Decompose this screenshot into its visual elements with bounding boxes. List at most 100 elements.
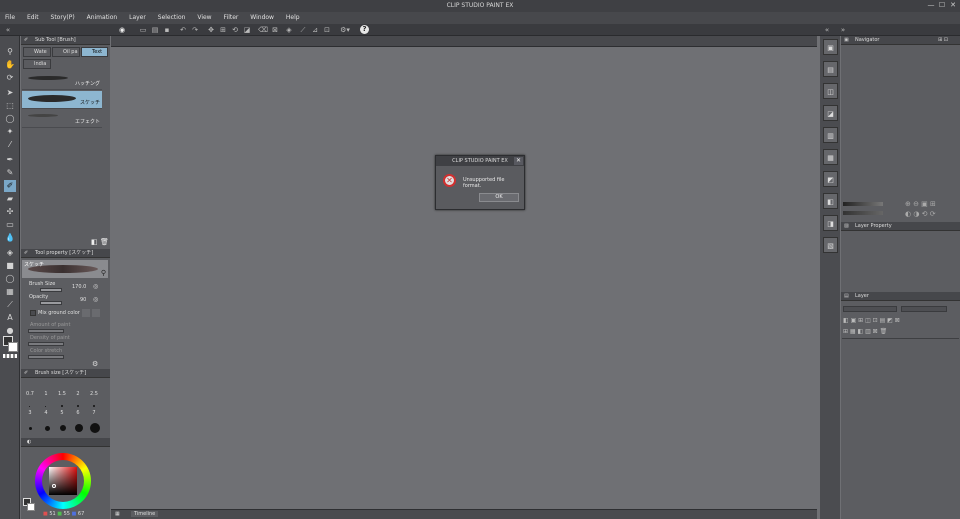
size-1[interactable]: 1 — [38, 391, 54, 403]
minimize-button[interactable]: — — [926, 1, 936, 10]
opacity-slider-layer[interactable] — [901, 306, 947, 312]
opacity-value[interactable]: 90 — [80, 297, 86, 303]
move-tool-icon[interactable]: ➤ — [4, 87, 16, 99]
brush-item-sketch[interactable]: スケッチ — [22, 91, 102, 109]
mix-ground-icon[interactable] — [82, 309, 90, 317]
material-icon[interactable]: ◩ — [823, 171, 838, 187]
color-g-value[interactable]: 55 — [64, 511, 70, 517]
rotate-tool-icon[interactable]: ⟳ — [4, 72, 16, 84]
frame-tool-icon[interactable]: ▦ — [4, 286, 16, 298]
brush-item-hatching[interactable]: ハッチング — [22, 72, 102, 90]
material-icon[interactable]: ▧ — [823, 237, 838, 253]
tab-text[interactable]: Text — [81, 47, 108, 57]
eraser-tool-icon[interactable]: ▭ — [4, 219, 16, 231]
color-wheel-tab-icon[interactable]: ◐ — [27, 439, 31, 445]
tab-watercolor[interactable]: Wate — [23, 47, 51, 57]
pressure-icon[interactable]: ◎ — [93, 283, 98, 290]
selection-icon[interactable]: ◈ — [284, 25, 294, 35]
crop-icon[interactable]: ⊠ — [270, 25, 280, 35]
decoration-tool-icon[interactable]: ✣ — [4, 206, 16, 218]
gradient-tool-icon[interactable]: ■ — [4, 260, 16, 272]
search-icon[interactable]: ⚲ — [101, 269, 106, 277]
eyedropper-tool-icon[interactable]: ⁄ — [4, 139, 16, 151]
material-icon[interactable]: ◨ — [823, 215, 838, 231]
mix-ground-option-icon[interactable] — [92, 309, 100, 317]
navigator-zoom-slider[interactable] — [843, 202, 883, 206]
color-picker-cursor[interactable] — [52, 484, 56, 488]
lasso-tool-icon[interactable]: ◯ — [4, 113, 16, 125]
help-icon[interactable]: ? — [360, 25, 369, 34]
close-window-button[interactable]: ✕ — [948, 1, 958, 10]
color-b-value[interactable]: 67 — [78, 511, 84, 517]
menu-selection[interactable]: Selection — [153, 12, 191, 24]
material-icon[interactable]: ▣ — [823, 39, 838, 55]
transform-icon[interactable]: ✥ — [206, 25, 216, 35]
menu-layer[interactable]: Layer — [124, 12, 151, 24]
open-file-icon[interactable]: ▤ — [150, 25, 160, 35]
timeline-icon[interactable]: ▦ — [115, 511, 120, 517]
menu-view[interactable]: View — [192, 12, 216, 24]
size-5[interactable]: 5 — [54, 410, 70, 422]
size-2-5[interactable]: 2.5 — [86, 391, 102, 403]
navigator-rotate-icon[interactable]: ◐ ◑ ⟲ ⟳ — [905, 210, 936, 218]
text-tool-icon[interactable]: A — [4, 312, 16, 324]
menu-window[interactable]: Window — [245, 12, 279, 24]
size-6[interactable]: 6 — [70, 410, 86, 422]
delete-sub-tool-icon[interactable]: 🗑 — [100, 238, 109, 246]
blend-mode-select[interactable] — [843, 306, 897, 312]
material-icon[interactable]: ◪ — [823, 105, 838, 121]
layer-actions-icons[interactable]: ⊞ ▦ ◧ ▥ ⊠ 🗑 — [843, 328, 957, 336]
sub-color-mini-swatch[interactable] — [27, 503, 35, 511]
density-of-paint-slider[interactable] — [28, 342, 64, 346]
collapse-right-icon[interactable]: « — [822, 25, 832, 35]
menu-file[interactable]: File — [0, 12, 20, 24]
material-icon[interactable]: ▦ — [823, 149, 838, 165]
transparent-color-swatch[interactable] — [3, 354, 17, 358]
navigator-rotate-slider[interactable] — [843, 211, 883, 215]
tab-oil-paint[interactable]: Oil pa — [52, 47, 80, 57]
undo-icon[interactable]: ↶ — [178, 25, 188, 35]
select-tool-icon[interactable]: ⬚ — [4, 100, 16, 112]
brush-size-slider[interactable] — [40, 288, 62, 292]
brush-item-effect[interactable]: エフェクト — [22, 110, 102, 128]
layer-toolbar-icons[interactable]: ◧ ▣ ⊞ ◫ ⊡ ▤ ◩ ⊠ — [843, 317, 957, 325]
dialog-close-button[interactable]: ✕ — [514, 157, 523, 165]
hand-tool-icon[interactable]: ✋ — [4, 59, 16, 71]
canvas-area[interactable] — [111, 36, 817, 509]
tab-india-ink[interactable]: India — [23, 59, 51, 69]
navigator-view[interactable] — [842, 46, 959, 196]
pressure-icon[interactable]: ◎ — [93, 296, 98, 303]
saturation-square[interactable] — [49, 467, 77, 495]
zoom-tool-icon[interactable]: ⚲ — [4, 46, 16, 58]
mix-ground-checkbox[interactable] — [30, 310, 36, 316]
layer-list[interactable] — [842, 338, 959, 518]
eye-icon[interactable]: ◉ — [114, 25, 130, 35]
navigator-buttons-icon[interactable]: ⊕ ⊖ ▣ ⊞ — [905, 200, 936, 208]
perspective-icon[interactable]: ⊡ — [322, 25, 332, 35]
material-icon[interactable]: ▥ — [823, 127, 838, 143]
ruler-tool-icon[interactable]: ⟋ — [4, 299, 16, 311]
redo-icon[interactable]: ↷ — [190, 25, 200, 35]
menu-animation[interactable]: Animation — [82, 12, 123, 24]
sub-color-swatch[interactable] — [8, 342, 18, 352]
size-7[interactable]: 7 — [86, 410, 102, 422]
size-3[interactable]: 3 — [22, 410, 38, 422]
pencil-tool-icon[interactable]: ✎ — [4, 167, 16, 179]
size-0-7[interactable]: 0.7 — [22, 391, 38, 403]
wrench-icon[interactable]: ⚙ — [92, 360, 98, 368]
size-1-5[interactable]: 1.5 — [54, 391, 70, 403]
color-stretch-slider[interactable] — [28, 355, 64, 359]
size-4[interactable]: 4 — [38, 410, 54, 422]
settings-dropdown-icon[interactable]: ⚙▾ — [338, 25, 352, 35]
clear-icon[interactable]: ⌫ — [258, 25, 268, 35]
navigator-tools-icon[interactable]: ⊞ ⊡ — [938, 36, 948, 45]
airbrush-tool-icon[interactable]: ▰ — [4, 193, 16, 205]
ok-button[interactable]: OK — [479, 193, 519, 202]
menu-story[interactable]: Story(P) — [46, 12, 80, 24]
menu-help[interactable]: Help — [281, 12, 305, 24]
menu-edit[interactable]: Edit — [22, 12, 44, 24]
timeline-tab[interactable]: Timeline — [131, 511, 159, 517]
pen-tool-icon[interactable]: ✒ — [4, 154, 16, 166]
material-icon[interactable]: ▤ — [823, 61, 838, 77]
blend-tool-icon[interactable]: 💧 — [4, 232, 16, 244]
